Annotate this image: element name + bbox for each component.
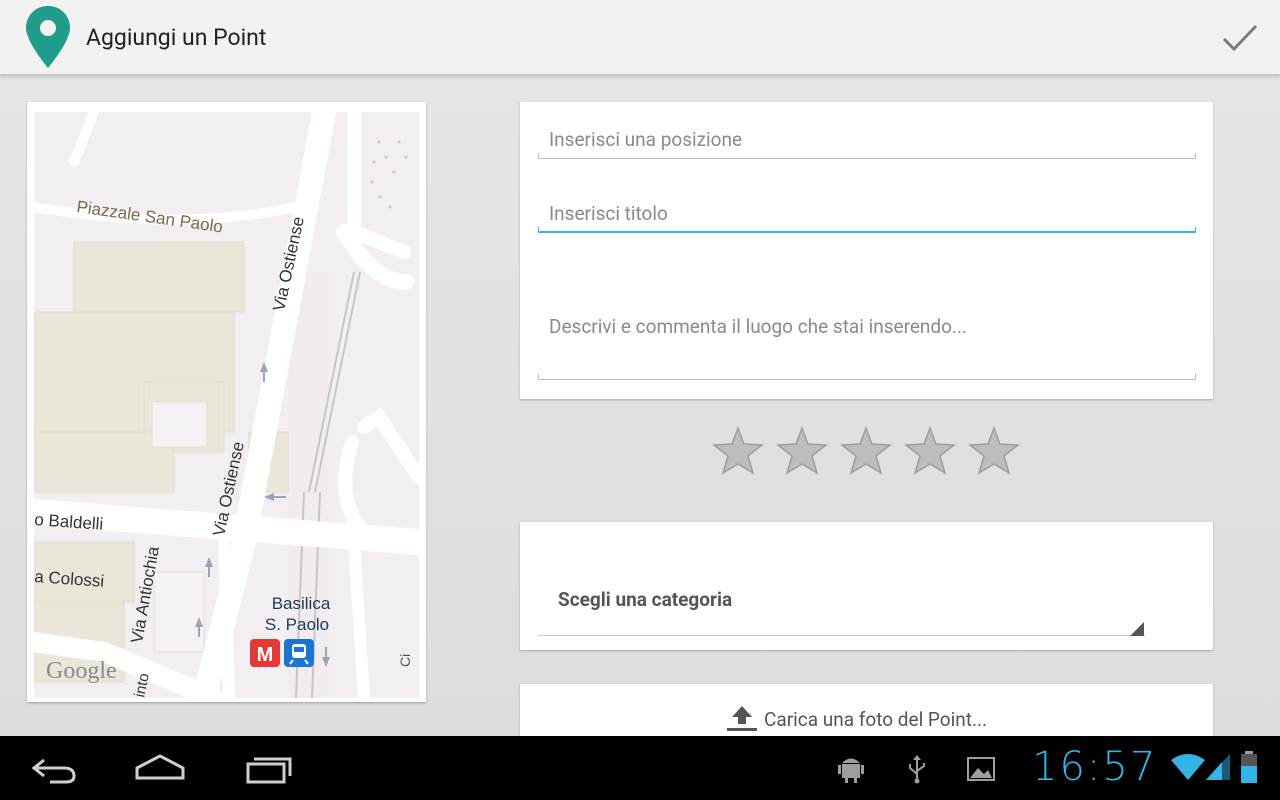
recents-icon[interactable]: [244, 750, 294, 786]
star-icon[interactable]: [968, 426, 1020, 476]
category-spinner[interactable]: Scegli una categoria: [558, 588, 732, 611]
star-icon[interactable]: [904, 426, 956, 476]
map-pin-icon[interactable]: [24, 4, 72, 70]
map-label-piazzale: Piazzale San Paolo: [75, 197, 224, 236]
metro-icon: M: [250, 639, 280, 667]
photo-upload-button[interactable]: Carica una foto del Point...: [520, 684, 1213, 744]
map-label-basilica-2: S. Paolo: [265, 615, 329, 634]
page-title: Aggiungi un Point: [86, 24, 267, 51]
check-icon[interactable]: [1222, 22, 1258, 54]
map-view[interactable]: Piazzale San Paolo Via Ostiense Via Osti…: [34, 112, 419, 698]
star-icon[interactable]: [712, 426, 764, 476]
train-icon: [284, 639, 314, 667]
back-icon[interactable]: [30, 750, 78, 786]
description-placeholder: Descrivi e commenta il luogo che stai in…: [549, 315, 968, 338]
android-debug-icon: [838, 758, 864, 783]
action-bar: Aggiungi un Point: [0, 0, 1280, 76]
usb-icon: [909, 755, 925, 784]
map-card: Piazzale San Paolo Via Ostiense Via Osti…: [27, 102, 426, 702]
status-clock: 16:57: [1032, 744, 1158, 790]
rating-bar[interactable]: [712, 426, 1022, 476]
description-input[interactable]: Descrivi e commenta il luogo che stai in…: [538, 312, 1196, 382]
map-label-partial-right: Ci: [397, 654, 413, 667]
google-logo: Google: [46, 658, 117, 684]
title-input[interactable]: Inserisci titolo: [538, 200, 1196, 234]
signal-icon: [1206, 754, 1230, 780]
map-label-baldelli: o Baldelli: [34, 510, 104, 534]
upload-icon: [727, 706, 757, 731]
home-icon[interactable]: [134, 750, 186, 786]
category-card: Scegli una categoria: [520, 522, 1213, 650]
battery-icon: [1241, 751, 1257, 783]
position-placeholder: Inserisci una posizione: [549, 128, 743, 151]
system-nav-bar: 16:57: [0, 736, 1280, 800]
map-label-basilica-1: Basilica: [272, 594, 331, 613]
map-label-partial-bottom: into: [131, 672, 153, 698]
position-input[interactable]: Inserisci una posizione: [538, 126, 1196, 160]
wifi-icon: [1171, 754, 1205, 780]
star-icon[interactable]: [840, 426, 892, 476]
photo-upload-label: Carica una foto del Point...: [764, 708, 987, 731]
title-placeholder: Inserisci titolo: [549, 202, 668, 225]
star-icon[interactable]: [776, 426, 828, 476]
metro-letter: M: [257, 644, 274, 666]
dropdown-triangle-icon[interactable]: [1130, 622, 1144, 636]
form-card: Inserisci una posizione Inserisci titolo…: [520, 102, 1213, 399]
image-icon: [967, 757, 995, 781]
